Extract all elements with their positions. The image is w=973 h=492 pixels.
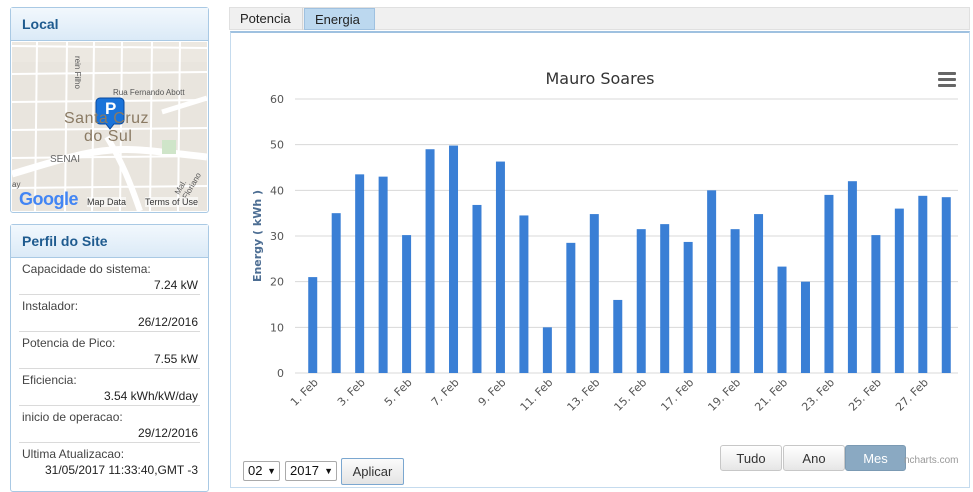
bar-19-feb[interactable] [730, 229, 740, 373]
x-tick-label: 1. Feb [288, 376, 321, 409]
bar-3-feb[interactable] [355, 174, 365, 373]
bar-14-feb[interactable] [613, 299, 623, 373]
y-tick-label: 60 [270, 93, 284, 106]
bar-28-feb[interactable] [941, 197, 951, 373]
bar-9-feb[interactable] [495, 161, 505, 373]
x-tick-label: 17. Feb [658, 376, 696, 414]
x-tick-label: 23. Feb [799, 376, 837, 414]
x-tick-label: 7. Feb [429, 376, 462, 409]
range-button-mes[interactable]: Mes [845, 445, 906, 471]
chart-menu-icon[interactable] [938, 72, 956, 88]
x-tick-label: 27. Feb [893, 376, 931, 414]
x-tick-label: 13. Feb [565, 376, 603, 414]
range-button-tudo[interactable]: Tudo [720, 445, 782, 471]
bar-17-feb[interactable] [683, 241, 693, 373]
bar-8-feb[interactable] [472, 204, 482, 373]
y-axis-label: Energy ( kWh ) [251, 190, 264, 282]
year-select-value: 2017 [290, 463, 319, 478]
bar-20-feb[interactable] [754, 214, 764, 373]
y-tick-label: 50 [270, 139, 284, 152]
bar-7-feb[interactable] [449, 145, 459, 373]
dropdown-arrow-icon: ▼ [267, 466, 276, 476]
y-tick-label: 0 [277, 367, 284, 380]
y-tick-label: 20 [270, 276, 284, 289]
x-tick-label: 3. Feb [335, 376, 368, 409]
bar-2-feb[interactable] [331, 213, 341, 373]
energy-bar-chart: Mauro Soares Energy ( kWh ) 0 10 20 30 40 50 6… [251, 69, 958, 414]
range-button-ano[interactable]: Ano [783, 445, 845, 471]
month-select-value: 02 [248, 463, 263, 478]
x-tick-label: 25. Feb [846, 376, 884, 414]
dropdown-arrow-icon: ▼ [324, 466, 333, 476]
bar-23-feb[interactable] [824, 194, 834, 373]
year-select[interactable]: 2017 ▼ [285, 461, 337, 481]
bar-22-feb[interactable] [800, 281, 810, 373]
bar-10-feb[interactable] [519, 215, 529, 373]
bar-27-feb[interactable] [918, 195, 928, 373]
bar-15-feb[interactable] [636, 229, 646, 373]
chart-title: Mauro Soares [545, 69, 654, 88]
bar-21-feb[interactable] [777, 266, 787, 373]
bar-24-feb[interactable] [847, 181, 857, 373]
bar-11-feb[interactable] [542, 327, 552, 373]
bar-4-feb[interactable] [378, 176, 388, 373]
bar-26-feb[interactable] [894, 208, 904, 373]
month-select[interactable]: 02 ▼ [243, 461, 280, 481]
y-tick-label: 40 [270, 184, 284, 197]
chart-credits[interactable]: ncharts.com [904, 455, 958, 466]
x-tick-label: 21. Feb [752, 376, 790, 414]
y-tick-label: 10 [270, 321, 284, 334]
y-tick-label: 30 [270, 230, 284, 243]
bar-25-feb[interactable] [871, 235, 881, 373]
bar-16-feb[interactable] [660, 224, 670, 373]
x-tick-label: 19. Feb [705, 376, 743, 414]
bar-1-feb[interactable] [308, 277, 318, 373]
bar-5-feb[interactable] [402, 235, 412, 373]
bar-6-feb[interactable] [425, 149, 435, 373]
bar-12-feb[interactable] [566, 242, 576, 373]
bar-13-feb[interactable] [589, 214, 599, 373]
x-tick-label: 9. Feb [476, 376, 509, 409]
apply-button[interactable]: Aplicar [341, 458, 404, 485]
x-tick-label: 5. Feb [382, 376, 415, 409]
bar-18-feb[interactable] [707, 190, 717, 373]
x-tick-label: 11. Feb [518, 376, 556, 414]
x-tick-label: 15. Feb [612, 376, 650, 414]
